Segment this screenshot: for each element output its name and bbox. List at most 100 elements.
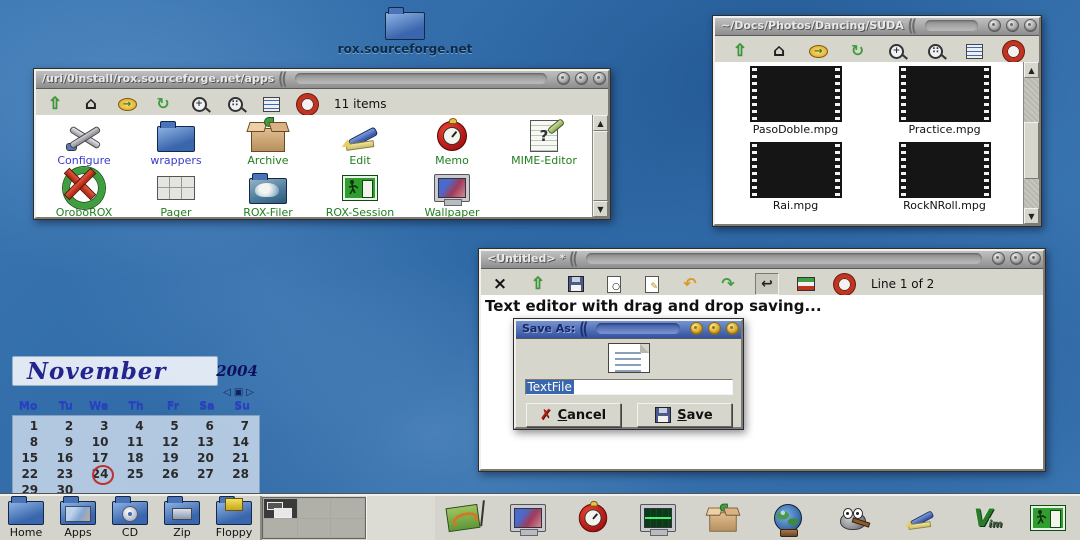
help-icon[interactable] (833, 274, 855, 294)
video-file-item[interactable]: Rai.mpg (721, 142, 870, 212)
up-icon[interactable]: ⇧ (44, 94, 66, 114)
maximize-button[interactable] (1006, 19, 1019, 32)
save-button[interactable]: Save (637, 403, 732, 427)
app-item-edit[interactable]: Edit (314, 117, 406, 169)
video-file-item[interactable]: PasoDoble.mpg (721, 66, 870, 136)
workspace-6[interactable] (331, 519, 364, 538)
calendar-day[interactable]: 13 (189, 435, 224, 449)
app-item-rox-session[interactable]: ROX-Session (314, 169, 406, 217)
calendar-day[interactable]: 19 (154, 451, 189, 465)
video-file-item[interactable]: Practice.mpg (870, 66, 1019, 136)
window-titlebar[interactable]: /uri/0install/rox.sourceforge.net/apps (… (34, 69, 610, 89)
close-button[interactable] (1024, 19, 1037, 32)
undo-icon[interactable]: ↶ (679, 274, 701, 294)
iconify-button[interactable] (557, 72, 570, 85)
launcher-cd[interactable]: CD (108, 496, 152, 539)
iconify-button[interactable] (690, 322, 703, 335)
workspace-5[interactable] (298, 519, 331, 538)
wallpaper-icon[interactable] (510, 502, 546, 534)
maximize-button[interactable] (1010, 252, 1023, 265)
calendar-day[interactable]: 5 (154, 419, 189, 433)
close-button[interactable] (726, 322, 739, 335)
help-icon[interactable] (1003, 41, 1025, 61)
window-titlebar[interactable]: ~/Docs/Photos/Dancing/SUDA (( (713, 16, 1041, 36)
calendar-day[interactable]: 17 (83, 451, 118, 465)
save-icon[interactable] (565, 274, 587, 294)
calendar-day[interactable]: 2 (48, 419, 83, 433)
titlebar-grip[interactable] (586, 253, 982, 264)
scroll-up-icon[interactable]: ▲ (593, 115, 608, 131)
cancel-button[interactable]: ✗ Cancel (526, 403, 621, 427)
launcher-home[interactable]: Home (4, 496, 48, 539)
zoom-in-icon[interactable]: + (886, 41, 908, 61)
app-item-memo[interactable]: Memo (406, 117, 498, 169)
bookmarks-icon[interactable]: → (807, 41, 829, 61)
vertical-scrollbar[interactable]: ▲ ▼ (1023, 62, 1039, 224)
text-editor-icon[interactable] (900, 502, 936, 534)
app-item-oroborox[interactable]: OroboROX (38, 169, 130, 217)
maximize-button[interactable] (575, 72, 588, 85)
drawing-board-icon[interactable] (445, 502, 481, 534)
calendar-day[interactable]: 25 (118, 467, 153, 481)
titlebar-grip[interactable] (925, 20, 978, 31)
up-icon[interactable]: ⇧ (527, 274, 549, 294)
indent-icon[interactable] (795, 274, 817, 294)
prev-month-icon[interactable]: ◁ (223, 387, 231, 398)
calendar-day[interactable]: 10 (83, 435, 118, 449)
desktop-icon-rox-sourceforge[interactable]: rox.sourceforge.net (330, 6, 480, 56)
video-file-item[interactable]: RockNRoll.mpg (870, 142, 1019, 212)
launcher-zip[interactable]: Zip (160, 496, 204, 539)
calendar-day[interactable]: 4 (118, 419, 153, 433)
app-item-mime-editor[interactable]: ? MIME-Editor (498, 117, 590, 169)
calendar-day[interactable]: 14 (224, 435, 259, 449)
calendar-day[interactable]: 15 (13, 451, 48, 465)
app-item-pager[interactable]: Pager (130, 169, 222, 217)
maximize-button[interactable] (708, 322, 721, 335)
list-view-icon[interactable] (964, 41, 986, 61)
workspace-1[interactable] (264, 499, 297, 518)
close-icon[interactable]: × (489, 274, 511, 294)
calendar-day[interactable]: 3 (83, 419, 118, 433)
calendar-day[interactable]: 8 (13, 435, 48, 449)
titlebar-grip[interactable] (596, 323, 680, 334)
session-exit-icon[interactable] (1030, 502, 1066, 534)
calendar-day[interactable]: 21 (224, 451, 259, 465)
calendar-day[interactable]: 11 (118, 435, 153, 449)
zoom-fit-icon[interactable]: ∷ (224, 94, 246, 114)
scroll-down-icon[interactable]: ▼ (593, 201, 608, 217)
launcher-floppy[interactable]: Floppy (212, 496, 256, 539)
gimp-icon[interactable] (835, 502, 871, 534)
app-item-archive[interactable]: Archive (222, 117, 314, 169)
next-month-icon[interactable]: ▷ (246, 387, 254, 398)
zoom-in-icon[interactable]: + (188, 94, 210, 114)
replace-icon[interactable]: ✎ (641, 274, 663, 294)
list-view-icon[interactable] (260, 94, 282, 114)
calendar-day[interactable]: 23 (48, 467, 83, 481)
calendar-day[interactable]: 20 (189, 451, 224, 465)
app-item-configure[interactable]: Configure (38, 117, 130, 169)
home-icon[interactable]: ⌂ (768, 41, 790, 61)
workspace-3[interactable] (331, 499, 364, 518)
titlebar-grip[interactable] (295, 73, 547, 84)
app-item-rox-filer[interactable]: ROX-Filer (222, 169, 314, 217)
today-icon[interactable]: ▣ (234, 387, 243, 398)
close-button[interactable] (593, 72, 606, 85)
window-titlebar[interactable]: <Untitled> * (( (479, 249, 1045, 269)
workspace-pager[interactable] (262, 497, 366, 539)
scrollbar-thumb[interactable] (1024, 122, 1039, 179)
globe-icon[interactable] (770, 502, 806, 534)
vim-icon[interactable]: Vim (965, 502, 1001, 534)
app-item-wallpaper[interactable]: Wallpaper (406, 169, 498, 217)
redo-icon[interactable]: ↷ (717, 274, 739, 294)
zoom-fit-icon[interactable]: ∷ (925, 41, 947, 61)
calendar-day[interactable]: 26 (154, 467, 189, 481)
home-icon[interactable]: ⌂ (80, 94, 102, 114)
workspace-2[interactable] (298, 499, 331, 518)
workspace-4[interactable] (264, 519, 297, 538)
close-button[interactable] (1028, 252, 1041, 265)
calendar-day[interactable]: 9 (48, 435, 83, 449)
launcher-apps[interactable]: Apps (56, 496, 100, 539)
calendar-day[interactable]: 12 (154, 435, 189, 449)
iconify-button[interactable] (988, 19, 1001, 32)
dialog-titlebar[interactable]: Save As: (( (514, 319, 743, 339)
